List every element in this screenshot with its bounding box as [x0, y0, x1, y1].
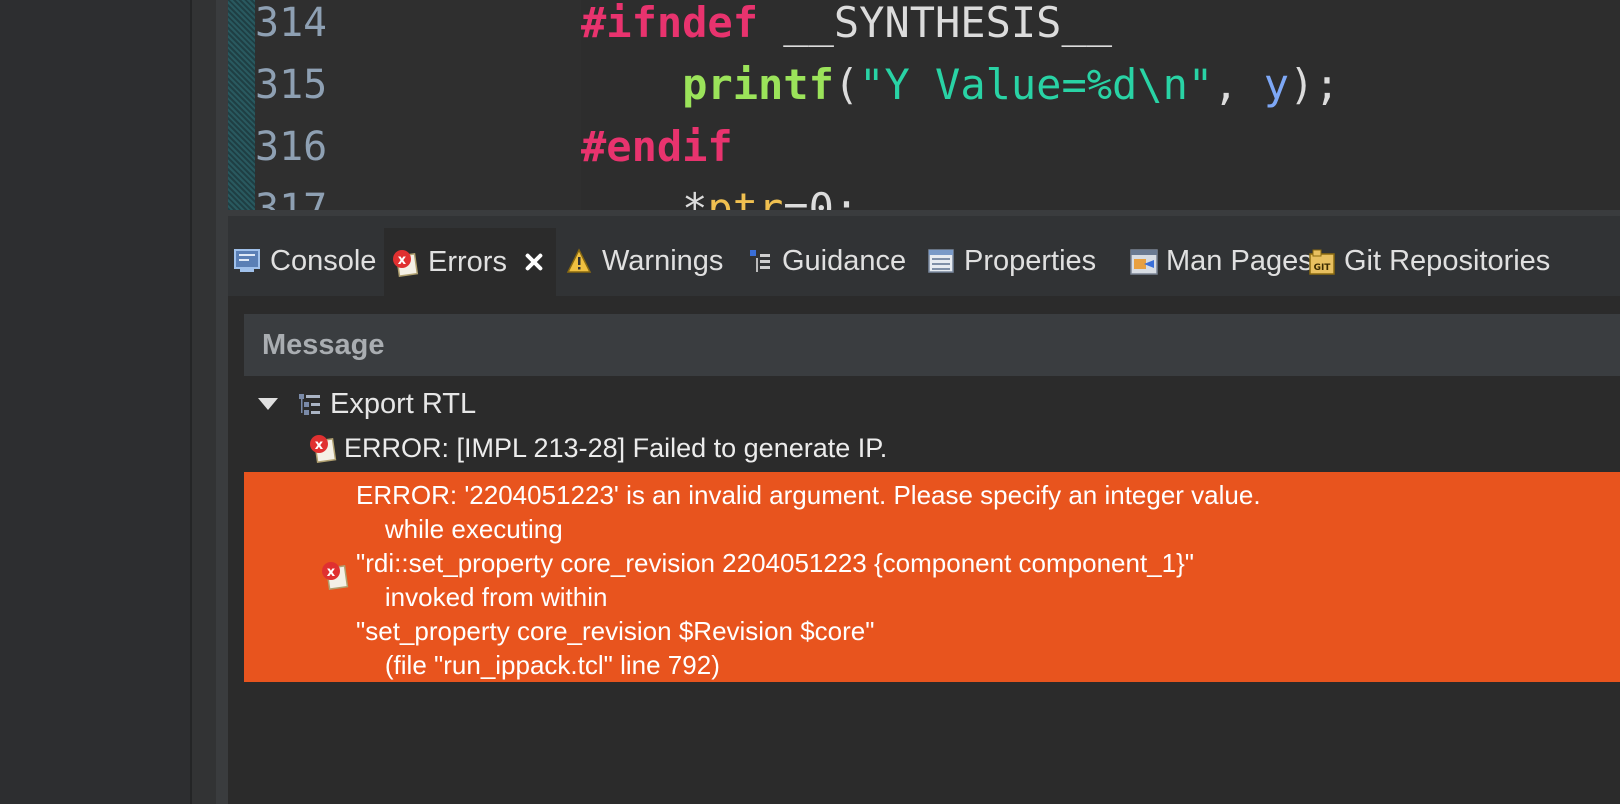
warnings-icon	[566, 248, 592, 274]
svg-text:x: x	[315, 438, 324, 453]
svg-text:x: x	[398, 253, 407, 268]
error-message: ERROR: [IMPL 213-28] Failed to generate …	[344, 432, 888, 463]
tab-label: Warnings	[602, 244, 724, 277]
left-sidebar	[0, 0, 190, 804]
error-icon: x	[308, 433, 338, 463]
properties-icon	[928, 248, 954, 274]
console-icon	[234, 248, 260, 274]
guidance-icon	[746, 248, 772, 274]
svg-text:x: x	[327, 565, 336, 580]
overview-ruler	[228, 0, 255, 213]
error-item-selected[interactable]: x ERROR: '2204051223' is an invalid argu…	[244, 472, 1620, 682]
code-line[interactable]: #endif	[581, 116, 733, 178]
line-number: 316	[255, 124, 328, 170]
tab-man-pages[interactable]: Man Pages	[1130, 230, 1326, 292]
tab-console[interactable]: Console	[234, 230, 384, 292]
left-margin-edge	[216, 0, 228, 804]
tab-errors[interactable]: x Errors	[384, 228, 556, 296]
man-pages-icon	[1130, 248, 1158, 275]
code-editor[interactable]: #ifndef __SYNTHESIS__ printf("Y Value=%d…	[228, 0, 1620, 213]
tab-label: Git Repositories	[1344, 244, 1551, 277]
bottom-panel-tabbar: Console x Errors Warnings Guidance Prope…	[228, 216, 1620, 296]
tab-properties[interactable]: Properties	[928, 230, 1118, 292]
error-item[interactable]: x ERROR: [IMPL 213-28] Failed to generat…	[308, 426, 887, 470]
svg-text:GIT: GIT	[1314, 263, 1332, 273]
code-line[interactable]: #ifndef __SYNTHESIS__	[581, 0, 1112, 54]
chevron-down-icon[interactable]	[258, 398, 278, 410]
error-icon: x	[320, 560, 350, 590]
tab-guidance[interactable]: Guidance	[746, 230, 916, 292]
error-message: ERROR: '2204051223' is an invalid argume…	[356, 480, 1261, 680]
code-line[interactable]: printf("Y Value=%d\n", y);	[581, 54, 1339, 116]
git-icon: GIT	[1308, 248, 1335, 275]
code-area[interactable]: #ifndef __SYNTHESIS__ printf("Y Value=%d…	[581, 0, 1620, 213]
tab-git-repositories[interactable]: GIT Git Repositories	[1308, 230, 1620, 292]
close-icon[interactable]	[523, 251, 545, 273]
tab-label: Console	[270, 244, 377, 277]
tab-warnings[interactable]: Warnings	[566, 230, 736, 292]
code-line[interactable]: *ptr=0;	[581, 178, 859, 213]
errors-icon: x	[392, 249, 419, 278]
tree-icon	[296, 391, 322, 417]
message-column-header[interactable]: Message	[244, 314, 1620, 376]
tab-label: Guidance	[782, 244, 907, 277]
tab-label: Properties	[964, 244, 1097, 277]
left-margin	[192, 0, 216, 804]
tab-label: Errors	[428, 245, 507, 278]
line-number: 315	[255, 62, 328, 108]
line-number: 314	[255, 0, 328, 46]
errors-panel: Message Export RTL x ERROR: [IMPL 213-28…	[228, 296, 1620, 804]
tab-label: Man Pages	[1166, 244, 1313, 277]
error-group-export-rtl[interactable]: Export RTL	[248, 382, 476, 426]
group-label: Export RTL	[330, 387, 477, 420]
